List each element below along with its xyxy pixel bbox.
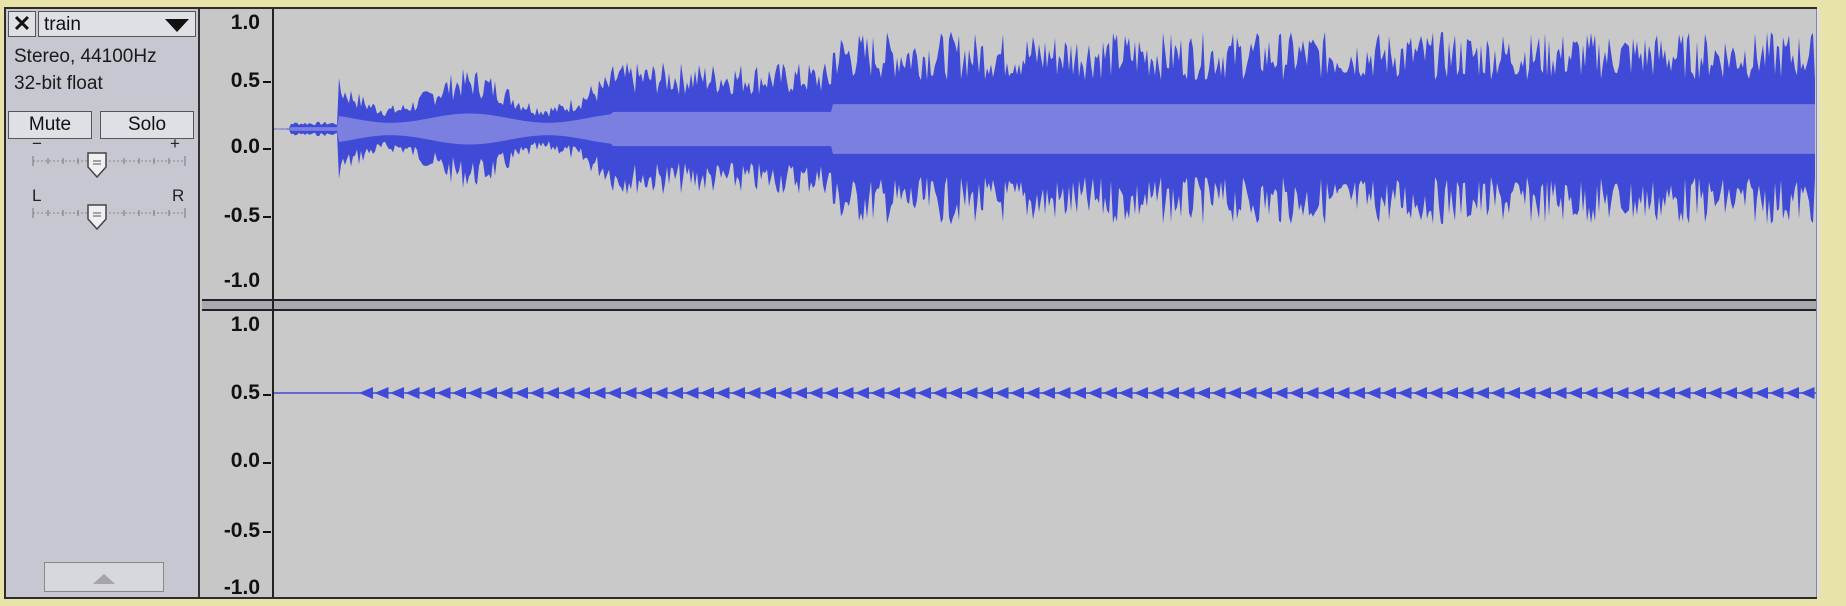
ruler-label-1-0: 1.0 — [230, 11, 260, 34]
ruler-label-1-0: 1.0 — [230, 313, 260, 336]
pan-slider-track — [32, 208, 186, 218]
channel1-amplitude-ruler: 1.0 0.5 0.0 -0.5 -1.0 — [202, 9, 272, 299]
channel1-waveform — [273, 31, 1815, 225]
gain-slider-track — [32, 156, 186, 166]
collapse-arrow-icon — [93, 574, 115, 584]
track-name-bar: ✕ train — [8, 11, 196, 37]
ruler-tick — [263, 394, 271, 396]
ruler-label-0-5: 0.5 — [230, 69, 260, 92]
channel-separator[interactable] — [202, 299, 1817, 311]
gain-slider[interactable] — [30, 151, 188, 179]
channel2-amplitude-ruler: 1.0 0.5 0.0 -0.5 -1.0 — [202, 311, 272, 599]
ruler-label-0-0: 0.0 — [230, 135, 260, 158]
collapse-track-button[interactable] — [44, 562, 164, 592]
slider-thumb-icon[interactable] — [86, 203, 108, 231]
track-sample-format: 32-bit float — [14, 73, 103, 94]
track-control-panel: ✕ train Stereo, 44100Hz 32-bit float Mut… — [6, 9, 200, 597]
ruler-label-neg-1-0: -1.0 — [223, 576, 260, 599]
ruler-label-neg-0-5: -0.5 — [223, 519, 260, 542]
track-name-label: train — [44, 14, 81, 35]
pan-slider[interactable] — [30, 203, 188, 231]
channel1-waveform-area[interactable] — [273, 9, 1816, 299]
channel2-waveform-area[interactable] — [273, 311, 1816, 597]
ruler-label-neg-1-0: -1.0 — [223, 269, 260, 292]
audio-track-window: ✕ train Stereo, 44100Hz 32-bit float Mut… — [4, 7, 1820, 599]
ruler-tick — [263, 216, 271, 218]
mute-button[interactable]: Mute — [8, 111, 92, 139]
ruler-tick — [263, 148, 271, 150]
close-icon: ✕ — [12, 11, 32, 36]
ruler-tick — [263, 531, 271, 533]
ruler-label-0-0: 0.0 — [230, 449, 260, 472]
channel2-waveform — [273, 387, 1816, 399]
ruler-tick — [263, 462, 271, 464]
dropdown-arrow-icon — [165, 19, 189, 32]
track-format-info: Stereo, 44100Hz — [14, 46, 157, 67]
ruler-label-0-5: 0.5 — [230, 381, 260, 404]
ruler-tick — [263, 81, 271, 83]
close-track-button[interactable]: ✕ — [8, 11, 36, 37]
ruler-label-neg-0-5: -0.5 — [223, 204, 260, 227]
ruler-divider — [272, 9, 274, 597]
slider-thumb-icon[interactable] — [86, 151, 108, 179]
track-name-menu[interactable]: train — [38, 11, 196, 37]
track-right-edge — [1816, 9, 1820, 597]
